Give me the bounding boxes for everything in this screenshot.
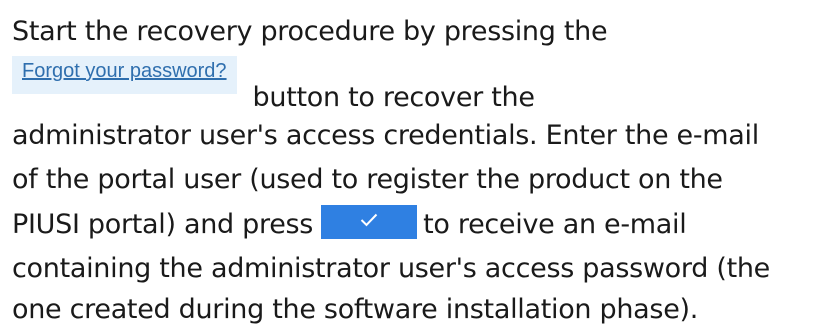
- instruction-line-7: one created during the software installa…: [12, 294, 699, 325]
- instruction-line-2: Forgot your password? button to recover t…: [12, 56, 535, 113]
- instruction-line-5-before: PIUSI portal) and press: [12, 209, 314, 240]
- instruction-line-3: administrator user's access credentials.…: [12, 120, 759, 151]
- instruction-line-5: PIUSI portal) and press to receive an e-m…: [12, 204, 687, 245]
- instruction-line-2-text: button to recover the: [252, 82, 535, 113]
- instruction-line-6: containing the administrator user's acce…: [12, 253, 770, 284]
- instruction-line-5-after: to receive an e-mail: [423, 209, 687, 240]
- instruction-line-1: Start the recovery procedure by pressing…: [12, 16, 608, 47]
- confirm-button[interactable]: [321, 204, 418, 239]
- instruction-line-4: of the portal user (used to register the…: [12, 164, 723, 195]
- forgot-password-button[interactable]: Forgot your password?: [12, 56, 237, 94]
- check-icon: [360, 213, 378, 226]
